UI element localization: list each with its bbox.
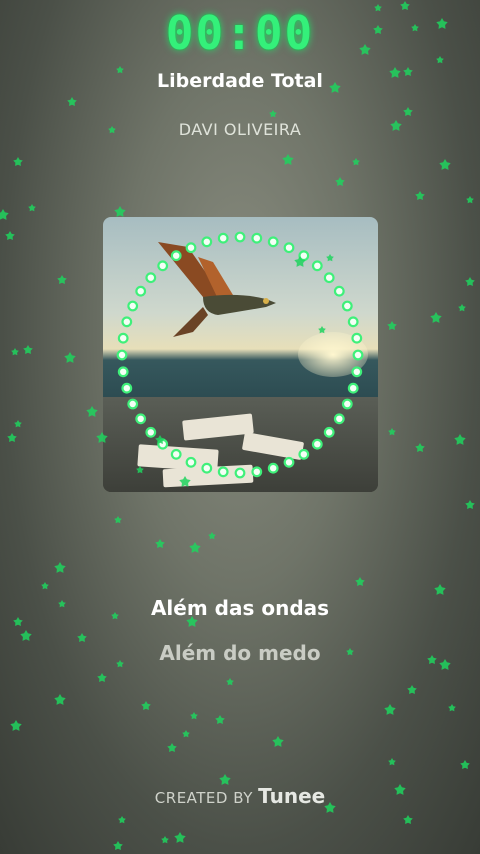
star-icon	[190, 712, 198, 720]
star-icon	[114, 206, 126, 217]
star-icon	[20, 630, 32, 641]
star-icon	[54, 694, 66, 705]
star-icon	[7, 433, 17, 442]
star-icon	[352, 158, 360, 166]
star-icon	[41, 582, 49, 590]
star-icon	[23, 345, 33, 354]
star-icon	[141, 701, 151, 710]
star-icon	[0, 209, 9, 220]
star-icon	[57, 275, 67, 284]
star-icon	[28, 204, 36, 212]
sun-glow	[298, 332, 368, 377]
star-icon	[466, 196, 474, 204]
created-by-credit: CREATED BY Tunee	[0, 784, 480, 808]
star-icon	[335, 177, 345, 186]
star-icon	[465, 500, 475, 509]
star-icon	[189, 542, 201, 553]
star-icon	[282, 154, 294, 165]
star-icon	[13, 157, 23, 166]
star-icon	[403, 815, 413, 824]
star-icon	[439, 159, 451, 170]
star-icon	[64, 352, 76, 363]
song-title: Liberdade Total	[157, 70, 323, 92]
star-icon	[355, 577, 365, 586]
lyric-current: Além das ondas	[150, 596, 330, 620]
star-icon	[208, 532, 216, 540]
star-icon	[86, 406, 98, 417]
star-icon	[167, 743, 177, 752]
star-icon	[161, 836, 169, 844]
star-icon	[11, 348, 19, 356]
star-icon	[113, 841, 123, 850]
star-icon	[10, 720, 22, 731]
star-icon	[465, 277, 475, 286]
brand-logo: Tunee	[258, 784, 326, 808]
star-icon	[403, 107, 413, 116]
star-icon	[407, 685, 417, 694]
bird-icon	[158, 242, 276, 337]
star-icon	[430, 312, 442, 323]
star-icon	[269, 110, 277, 118]
lyric-next: Além do medo	[159, 641, 321, 665]
star-icon	[387, 321, 397, 330]
star-icon	[460, 760, 470, 769]
star-icon	[226, 678, 234, 686]
created-by-label: CREATED BY	[154, 789, 253, 807]
star-icon	[458, 304, 466, 312]
star-icon	[215, 715, 225, 724]
star-icon	[118, 816, 126, 824]
star-icon	[454, 434, 466, 445]
star-icon	[174, 832, 186, 843]
star-icon	[388, 758, 396, 766]
star-icon	[272, 736, 284, 747]
star-icon	[97, 673, 107, 682]
star-icon	[448, 704, 456, 712]
star-icon	[415, 191, 425, 200]
album-cover	[103, 217, 378, 492]
star-icon	[14, 420, 22, 428]
clock-display: 00:00	[165, 6, 315, 60]
star-icon	[415, 443, 425, 452]
star-icon	[54, 562, 66, 573]
star-icon	[114, 516, 122, 524]
star-icon	[384, 704, 396, 715]
star-icon	[388, 428, 396, 436]
star-icon	[155, 539, 165, 548]
artist-name: DAVI OLIVEIRA	[178, 120, 302, 139]
star-icon	[434, 584, 446, 595]
star-icon	[182, 730, 190, 738]
star-icon	[67, 97, 77, 106]
star-icon	[5, 231, 15, 240]
